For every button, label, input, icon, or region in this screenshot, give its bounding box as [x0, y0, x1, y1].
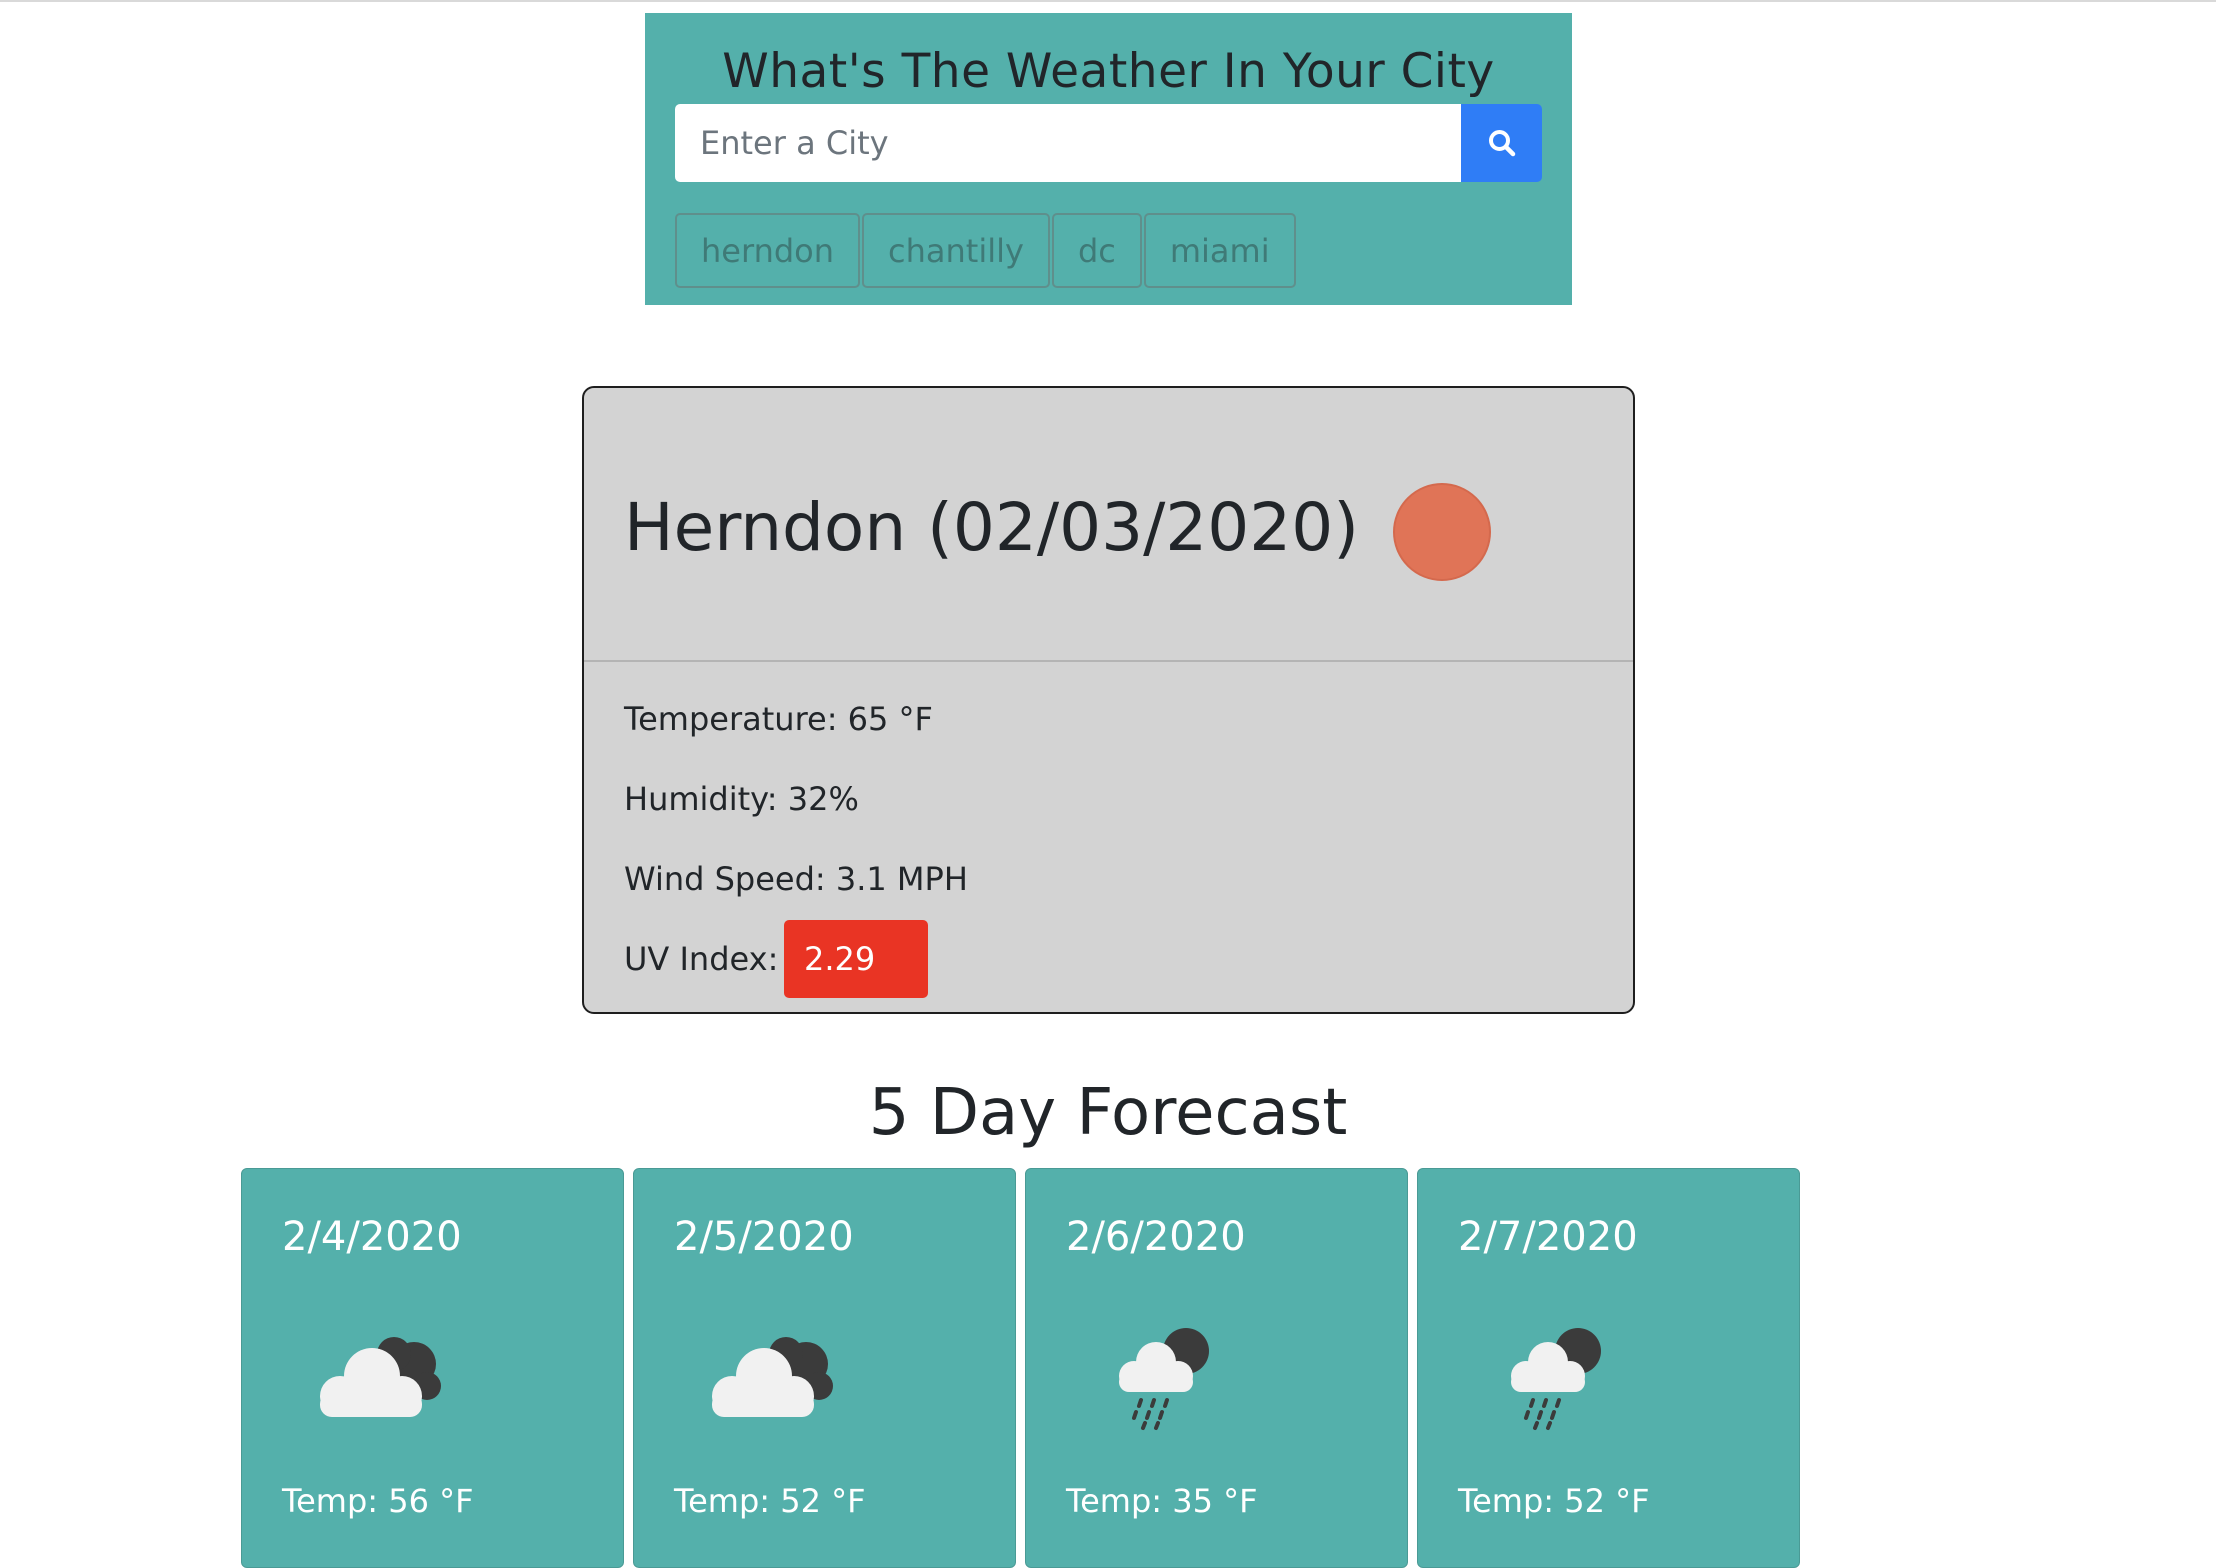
forecast-card: 2/7/2020 Temp: 52 °F — [1417, 1168, 1800, 1568]
uv-index-label: UV Index: — [624, 940, 779, 978]
current-temperature: Temperature: 65 °F — [624, 700, 933, 738]
history-button-miami[interactable]: miami — [1143, 213, 1296, 288]
history-button-chantilly[interactable]: chantilly — [862, 213, 1050, 288]
search-button[interactable] — [1461, 104, 1542, 182]
history-button-herndon[interactable]: herndon — [675, 213, 861, 288]
forecast-date: 2/4/2020 — [282, 1214, 462, 1260]
current-city-date: Herndon (02/03/2020) — [624, 489, 1360, 566]
search-panel: What's The Weather In Your City herndon … — [645, 13, 1572, 305]
uv-index-badge: 2.29 — [784, 920, 928, 998]
search-history: herndon chantilly dc miami — [675, 213, 1296, 288]
forecast-temperature: Temp: 56 °F — [282, 1482, 474, 1520]
rain-night-icon — [1511, 1328, 1601, 1430]
forecast-card: 2/6/2020 Temp: 35 °F — [1025, 1168, 1408, 1568]
current-humidity: Humidity: 32% — [624, 780, 859, 818]
rain-night-icon — [1119, 1328, 1209, 1430]
forecast-temperature: Temp: 52 °F — [1458, 1482, 1650, 1520]
forecast-title: 5 Day Forecast — [868, 1076, 1348, 1150]
current-wind-speed: Wind Speed: 3.1 MPH — [624, 860, 968, 898]
city-search-input[interactable] — [675, 104, 1461, 182]
history-button-dc[interactable]: dc — [1051, 213, 1142, 288]
forecast-card: 2/4/2020 Temp: 56 °F — [241, 1168, 624, 1568]
top-divider — [0, 0, 2216, 2]
current-weather-card: Herndon (02/03/2020) Temperature: 65 °F … — [582, 386, 1635, 1014]
forecast-temperature: Temp: 52 °F — [674, 1482, 866, 1520]
forecast-date: 2/5/2020 — [674, 1214, 854, 1260]
page-title: What's The Weather In Your City — [722, 44, 1495, 99]
cloudy-night-icon — [320, 1337, 441, 1417]
forecast-date: 2/7/2020 — [1458, 1214, 1638, 1260]
forecast-temperature: Temp: 35 °F — [1066, 1482, 1258, 1520]
current-weather-header: Herndon (02/03/2020) — [584, 388, 1633, 662]
forecast-card: 2/5/2020 Temp: 52 °F — [633, 1168, 1016, 1568]
clear-sun-icon — [1393, 483, 1491, 581]
forecast-date: 2/6/2020 — [1066, 1214, 1246, 1260]
cloudy-night-icon — [712, 1337, 833, 1417]
search-icon — [1488, 130, 1515, 157]
search-bar — [675, 104, 1542, 182]
